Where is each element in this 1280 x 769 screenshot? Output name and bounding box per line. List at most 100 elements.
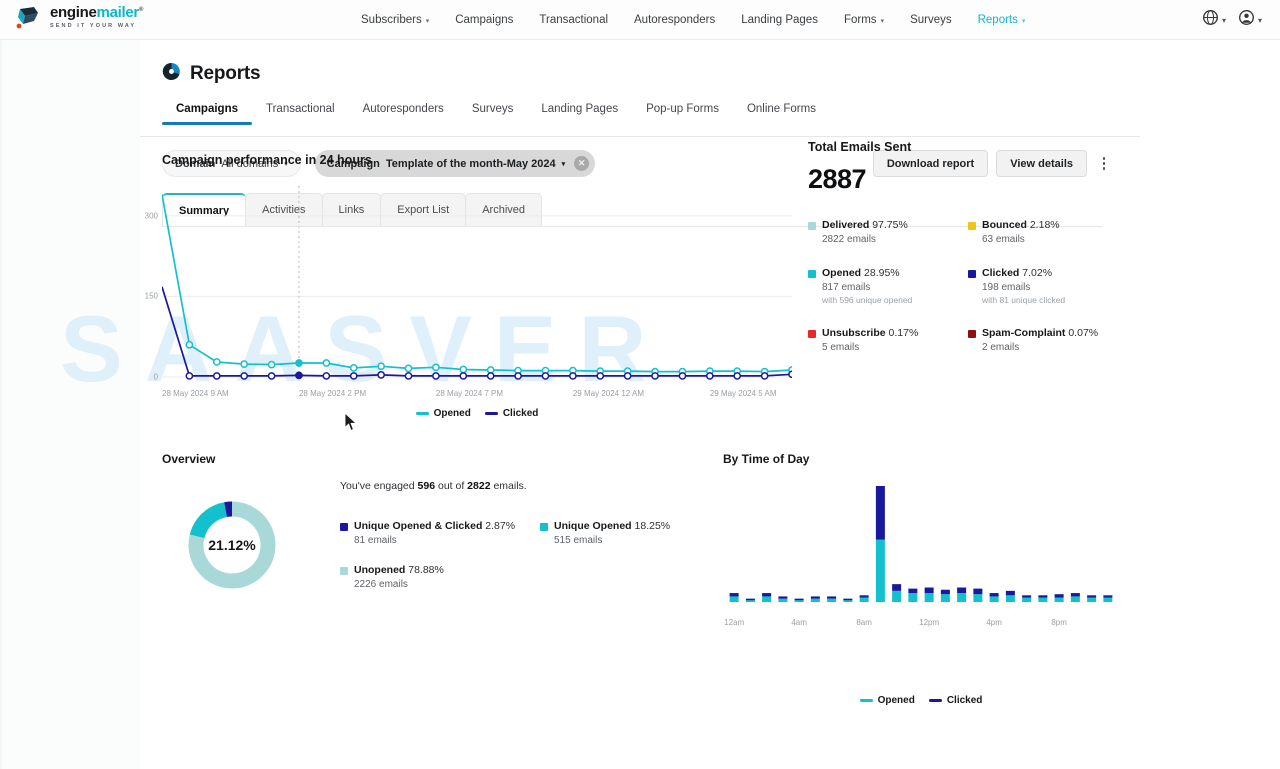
time-of-day-x-axis-labels: 12am 4am 8am 12pm 4pm 8pm	[724, 618, 1116, 632]
stat-color-swatch	[808, 270, 816, 278]
bar-clicked	[729, 593, 739, 597]
legend-item-opened: Opened	[859, 695, 915, 706]
stat-email-count: 63 emails	[982, 234, 1025, 245]
campaign-performance-panel: Campaign performance in 24 hours 0 150 300…	[140, 140, 800, 430]
nav-link-forms[interactable]: Forms ▾	[831, 0, 897, 40]
stat-name: Opened 28.95%	[822, 267, 900, 279]
stat-color-swatch	[968, 270, 976, 278]
overview-headline-pre: You've engaged	[340, 480, 418, 492]
overview-donut-center-value: 21.12%	[208, 537, 256, 553]
stat-email-count: 81 emails	[354, 535, 397, 546]
performance-x-axis-labels: 28 May 2024 9 AM 28 May 2024 2 PM 28 May 2…	[162, 389, 792, 403]
stat-email-count: 5 emails	[822, 342, 860, 353]
bar-clicked	[1054, 594, 1064, 598]
by-time-of-day-title: By Time of Day	[723, 452, 810, 466]
bar-opened	[1005, 595, 1015, 602]
nav-link-campaigns[interactable]: Campaigns	[442, 0, 526, 40]
chevron-down-icon: ▾	[1221, 15, 1226, 25]
legend-item-opened: Opened	[415, 408, 471, 419]
nav-link-label: Campaigns	[455, 14, 514, 26]
stat-color-swatch	[808, 330, 816, 338]
overview-headline-mid: out of	[435, 480, 468, 492]
nav-link-transactional[interactable]: Transactional	[526, 0, 621, 40]
stat-color-swatch	[540, 523, 548, 531]
bar-clicked	[973, 588, 983, 595]
bar-clicked	[859, 595, 869, 598]
tab-surveys[interactable]: Surveys	[458, 97, 528, 125]
stat-name: Unsubscribe 0.17%	[822, 327, 919, 339]
bar-opened	[1070, 596, 1080, 602]
bar-clicked	[924, 587, 934, 594]
overview-stat-unopened: Unopened 78.88% 2226 emails	[340, 564, 540, 590]
stat-percent: 7.02%	[1022, 267, 1053, 279]
nav-link-label: Autoresponders	[634, 14, 716, 26]
bar-opened	[924, 593, 934, 602]
nav-right-controls: ▾ ▾	[1198, 0, 1266, 40]
legend-swatch-opened	[415, 412, 429, 415]
bar-opened	[973, 594, 983, 602]
total-emails-value: 2887	[808, 164, 867, 194]
bar-opened	[1103, 597, 1113, 602]
bar-opened	[908, 593, 918, 602]
tab-transactional[interactable]: Transactional	[252, 97, 349, 125]
tab-campaigns[interactable]: Campaigns	[162, 97, 252, 125]
stat-spam-complaint: Spam-Complaint 0.07% 2 emails	[968, 327, 1128, 353]
bottom-fade	[140, 760, 1140, 769]
language-selector[interactable]: ▾	[1198, 9, 1230, 31]
time-axis-tick: 4pm	[986, 618, 1002, 627]
stat-opened: Opened 28.95% 817 emails with 596 unique o…	[808, 267, 968, 305]
page-content: Reports Campaigns Transactional Autorespon…	[60, 40, 1140, 769]
left-gutter	[0, 40, 140, 769]
performance-chart-legend: Opened Clicked	[162, 408, 792, 419]
nav-link-surveys[interactable]: Surveys	[897, 0, 965, 40]
report-type-tabs: Campaigns Transactional Autoresponders Surv…	[140, 97, 1140, 137]
nav-link-autoresponders[interactable]: Autoresponders	[621, 0, 728, 40]
stat-clicked: Clicked 7.02% 198 emails with 81 unique cl…	[968, 267, 1128, 305]
app-page: enginemailer® SEND IT YOUR WAY Subscribe…	[0, 0, 1280, 769]
bar-clicked	[1070, 593, 1080, 597]
brand-logo[interactable]: enginemailer® SEND IT YOUR WAY	[14, 2, 143, 32]
stat-email-count: 817 emails	[822, 282, 871, 293]
stat-bounced: Bounced 2.18% 63 emails	[968, 219, 1128, 245]
stat-note: with 596 unique opened	[822, 295, 913, 305]
account-menu[interactable]: ▾	[1234, 9, 1266, 31]
performance-line-chart[interactable]: 0 150 300	[145, 185, 792, 385]
stat-delivered: Delivered 97.75% 2822 emails	[808, 219, 968, 245]
tab-online-forms[interactable]: Online Forms	[733, 97, 830, 125]
page-title-row: Reports	[162, 62, 261, 86]
overview-engaged-count: 596	[417, 480, 436, 492]
nav-link-label: Subscribers	[361, 14, 422, 26]
stat-color-swatch	[968, 222, 976, 230]
stat-percent: 78.88%	[408, 564, 444, 576]
legend-swatch-clicked	[484, 412, 498, 415]
bar-opened	[762, 596, 772, 602]
left-edge-line	[0, 40, 2, 769]
bar-clicked	[1103, 595, 1113, 598]
bar-opened	[1038, 597, 1048, 602]
tab-pop-up-forms[interactable]: Pop-up Forms	[632, 97, 733, 125]
overview-donut-chart[interactable]: 21.12%	[182, 495, 282, 595]
bar-opened	[957, 593, 967, 602]
nav-link-reports[interactable]: Reports ▾	[965, 0, 1039, 40]
tab-landing-pages[interactable]: Landing Pages	[527, 97, 632, 125]
bar-opened	[940, 594, 950, 602]
nav-link-subscribers[interactable]: Subscribers ▾	[348, 0, 442, 40]
bar-clicked	[957, 587, 967, 594]
stat-percent: 2.87%	[485, 520, 516, 532]
stat-name: Bounced 2.18%	[982, 219, 1060, 231]
tab-autoresponders[interactable]: Autoresponders	[349, 97, 458, 125]
chevron-down-icon: ▾	[1257, 15, 1262, 25]
overview-headline-post: emails.	[490, 480, 527, 492]
bar-clicked	[875, 486, 885, 540]
by-time-of-day-chart[interactable]	[726, 480, 1116, 610]
stat-color-swatch	[968, 330, 976, 338]
time-axis-tick: 8am	[856, 618, 872, 627]
bar-opened	[1022, 597, 1032, 602]
nav-link-landing-pages[interactable]: Landing Pages	[728, 0, 831, 40]
bar-opened	[1087, 597, 1097, 602]
stat-color-swatch	[340, 567, 348, 575]
stat-email-count: 2 emails	[982, 342, 1020, 353]
time-axis-tick: 4am	[791, 618, 807, 627]
overview-stat-unique-opened-clicked: Unique Opened & Clicked 2.87% 81 emails	[340, 520, 540, 546]
stat-percent: 18.25%	[634, 520, 671, 532]
